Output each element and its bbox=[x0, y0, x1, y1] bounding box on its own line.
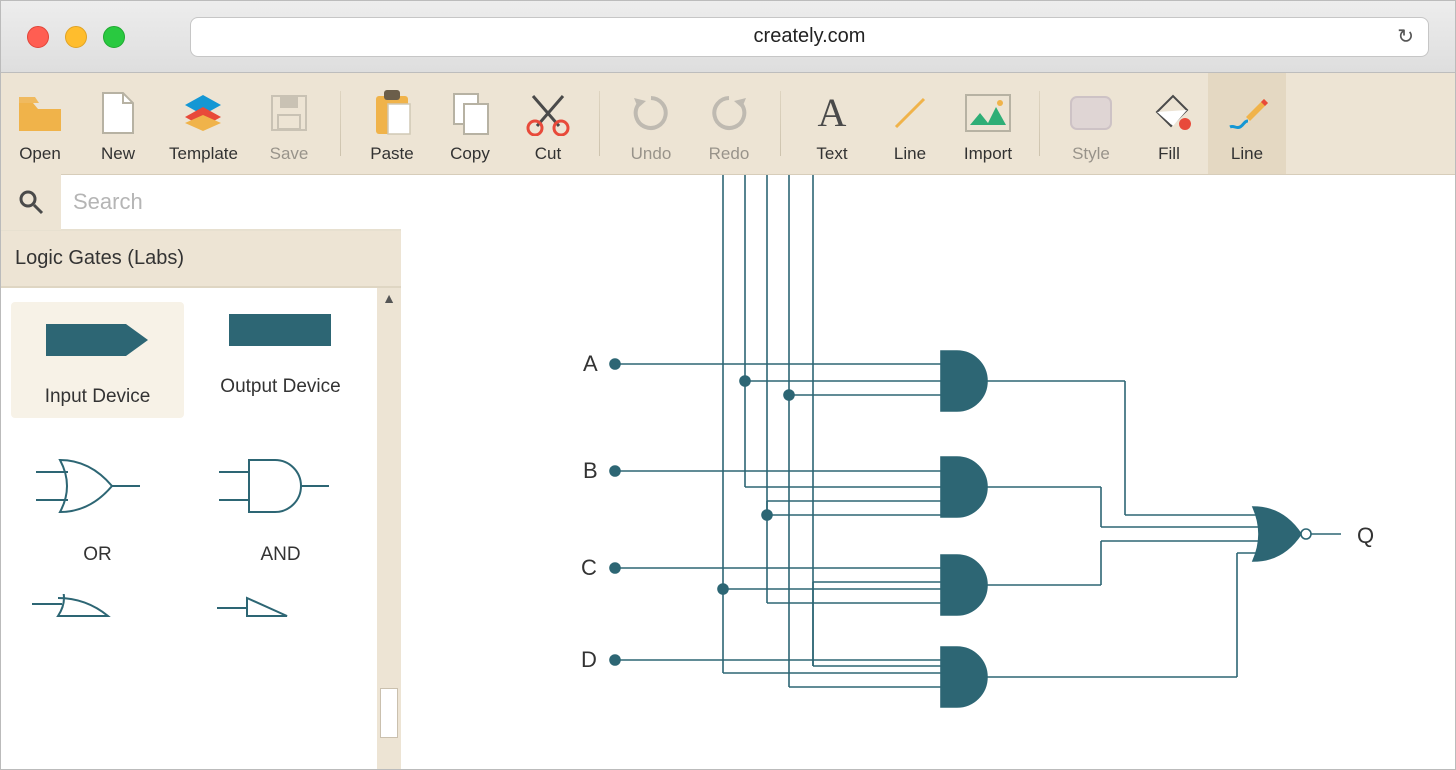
redo-label: Redo bbox=[709, 144, 750, 164]
save-button[interactable]: Save bbox=[250, 73, 328, 174]
style-button[interactable]: Style bbox=[1052, 73, 1130, 174]
reload-icon[interactable]: ↻ bbox=[1397, 24, 1414, 49]
scissors-icon bbox=[525, 88, 571, 138]
folder-icon bbox=[17, 88, 63, 138]
save-label: Save bbox=[270, 144, 309, 164]
sidebar-section-header[interactable]: Logic Gates (Labs) bbox=[1, 231, 401, 288]
import-label: Import bbox=[964, 144, 1012, 164]
app-toolbar: Open New Template Save bbox=[1, 73, 1455, 175]
linetool-button[interactable]: Line bbox=[1208, 73, 1286, 174]
shape-or[interactable]: OR bbox=[11, 446, 184, 566]
or-gate-icon bbox=[28, 446, 168, 526]
layers-icon bbox=[181, 88, 225, 138]
file-icon bbox=[101, 88, 135, 138]
import-button[interactable]: Import bbox=[949, 73, 1027, 174]
pencil-icon bbox=[1224, 88, 1270, 138]
toolbar-separator bbox=[1039, 91, 1040, 156]
input-label-d: D bbox=[581, 647, 597, 672]
text-button[interactable]: A Text bbox=[793, 73, 871, 174]
toolbar-group-insert: A Text Line Import bbox=[793, 73, 1027, 174]
sidebar-search bbox=[1, 175, 401, 231]
cut-button[interactable]: Cut bbox=[509, 73, 587, 174]
browser-titlebar: creately.com ↻ bbox=[1, 1, 1455, 73]
input-label-c: C bbox=[581, 555, 597, 580]
shape-extra-1[interactable] bbox=[11, 594, 184, 634]
sidebar-scrollbar[interactable]: ▲ bbox=[377, 288, 401, 769]
shape-label: Input Device bbox=[45, 386, 151, 408]
undo-button[interactable]: Undo bbox=[612, 73, 690, 174]
output-label: Q bbox=[1357, 523, 1374, 548]
scroll-thumb[interactable] bbox=[380, 688, 398, 738]
cut-label: Cut bbox=[535, 144, 561, 164]
paste-button[interactable]: Paste bbox=[353, 73, 431, 174]
shape-extra-2[interactable] bbox=[194, 594, 367, 634]
new-button[interactable]: New bbox=[79, 73, 157, 174]
shape-output-device[interactable]: Output Device bbox=[194, 302, 367, 418]
line-label: Line bbox=[894, 144, 926, 164]
and-gate-icon bbox=[211, 446, 351, 526]
template-label: Template bbox=[169, 144, 238, 164]
new-label: New bbox=[101, 144, 135, 164]
minimize-window-icon[interactable] bbox=[65, 26, 87, 48]
redo-button[interactable]: Redo bbox=[690, 73, 768, 174]
sidebar: Logic Gates (Labs) Input Device Output D… bbox=[1, 175, 401, 769]
open-button[interactable]: Open bbox=[1, 73, 79, 174]
undo-label: Undo bbox=[631, 144, 672, 164]
toolbar-group-format: Style Fill Line bbox=[1052, 73, 1286, 174]
line-button[interactable]: Line bbox=[871, 73, 949, 174]
svg-text:A: A bbox=[818, 92, 847, 134]
floppy-icon bbox=[269, 88, 309, 138]
toolbar-separator bbox=[340, 91, 341, 156]
scroll-track[interactable] bbox=[380, 308, 398, 749]
toolbar-separator bbox=[780, 91, 781, 156]
app-body: Logic Gates (Labs) Input Device Output D… bbox=[1, 175, 1455, 769]
undo-icon bbox=[630, 88, 672, 138]
circuit-diagram: A B C D bbox=[401, 175, 1456, 770]
input-label-a: A bbox=[583, 351, 598, 376]
shape-label: AND bbox=[260, 544, 300, 566]
shape-label: OR bbox=[83, 544, 112, 566]
search-icon bbox=[1, 174, 61, 230]
shape-panel: Input Device Output Device bbox=[1, 288, 401, 769]
copy-label: Copy bbox=[450, 144, 490, 164]
gate-icon bbox=[28, 594, 168, 634]
close-window-icon[interactable] bbox=[27, 26, 49, 48]
bucket-icon bbox=[1147, 88, 1191, 138]
paste-label: Paste bbox=[370, 144, 413, 164]
output-device-icon bbox=[221, 302, 341, 358]
toolbar-separator bbox=[599, 91, 600, 156]
style-icon bbox=[1069, 88, 1113, 138]
gate-icon bbox=[211, 594, 351, 634]
maximize-window-icon[interactable] bbox=[103, 26, 125, 48]
redo-icon bbox=[708, 88, 750, 138]
text-icon: A bbox=[812, 88, 852, 138]
linetool-label: Line bbox=[1231, 144, 1263, 164]
fill-button[interactable]: Fill bbox=[1130, 73, 1208, 174]
style-label: Style bbox=[1072, 144, 1110, 164]
address-bar[interactable]: creately.com ↻ bbox=[190, 17, 1429, 57]
search-input[interactable] bbox=[61, 175, 401, 229]
window-controls bbox=[27, 26, 125, 48]
fill-label: Fill bbox=[1158, 144, 1180, 164]
copy-button[interactable]: Copy bbox=[431, 73, 509, 174]
text-label: Text bbox=[816, 144, 847, 164]
toolbar-group-history: Undo Redo bbox=[612, 73, 768, 174]
input-device-icon bbox=[38, 312, 158, 368]
app-window: creately.com ↻ Open New Tem bbox=[0, 0, 1456, 770]
line-icon bbox=[890, 88, 930, 138]
input-label-b: B bbox=[583, 458, 598, 483]
clipboard-icon bbox=[372, 88, 412, 138]
shape-and[interactable]: AND bbox=[194, 446, 367, 566]
address-url: creately.com bbox=[754, 25, 866, 48]
shape-input-device[interactable]: Input Device bbox=[11, 302, 184, 418]
template-button[interactable]: Template bbox=[157, 73, 250, 174]
scroll-up-icon[interactable]: ▲ bbox=[377, 288, 401, 308]
open-label: Open bbox=[19, 144, 61, 164]
shape-label: Output Device bbox=[220, 376, 340, 398]
toolbar-group-file: Open New Template Save bbox=[1, 73, 328, 174]
copy-icon bbox=[450, 88, 490, 138]
canvas[interactable]: A B C D bbox=[401, 175, 1455, 769]
toolbar-group-edit: Paste Copy Cut bbox=[353, 73, 587, 174]
image-icon bbox=[964, 88, 1012, 138]
